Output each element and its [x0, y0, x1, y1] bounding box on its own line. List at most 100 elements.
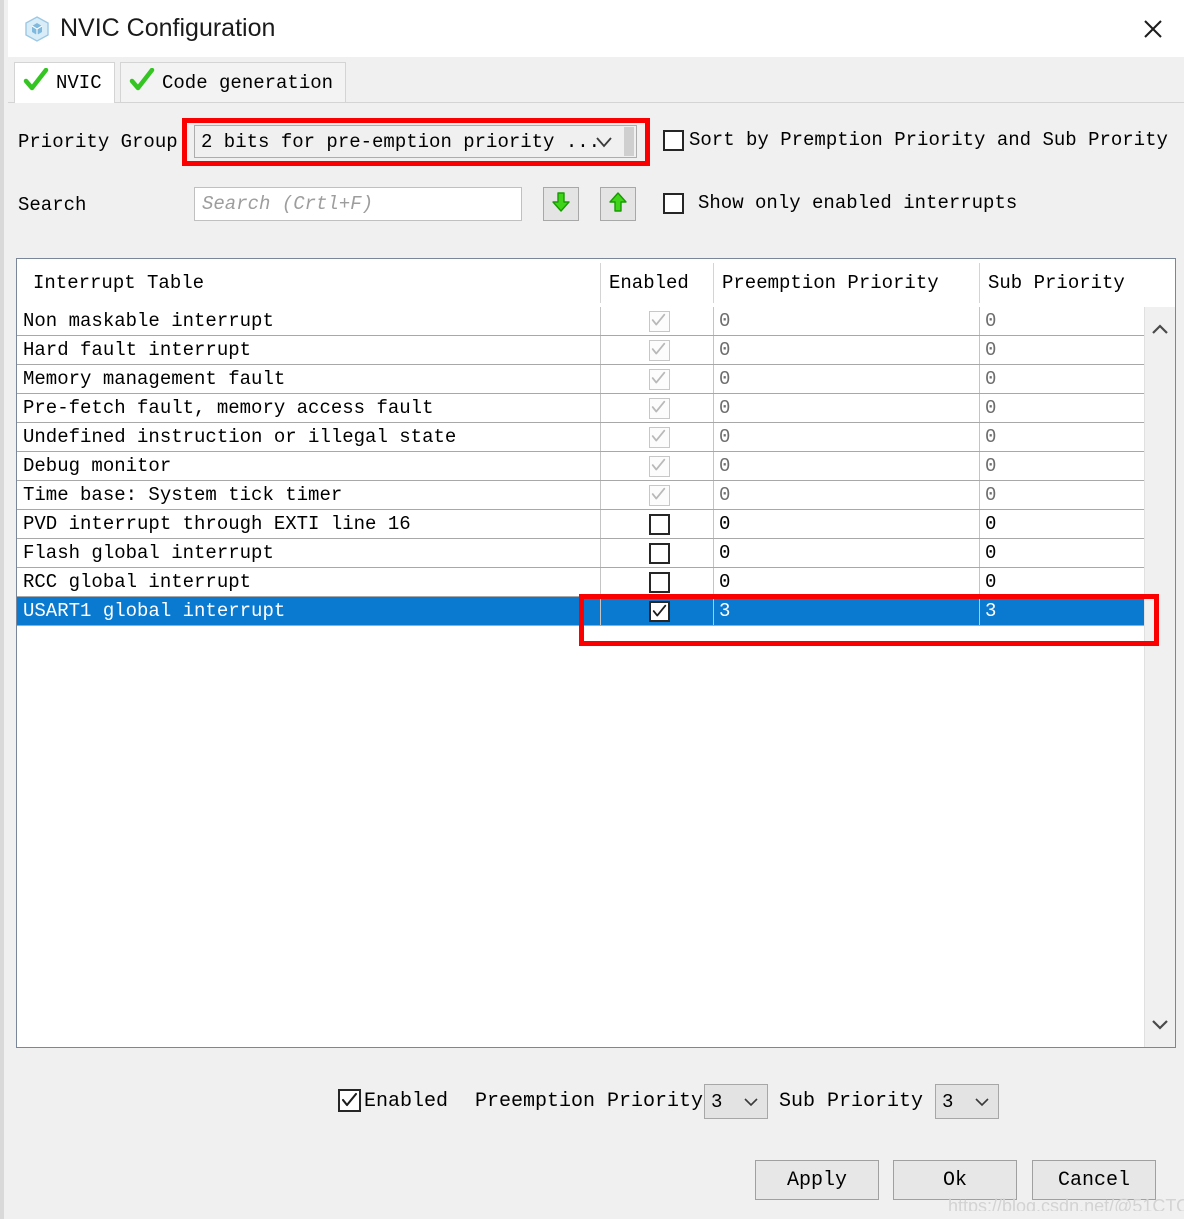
- table-row[interactable]: Flash global interrupt 0 0: [17, 539, 1145, 568]
- column-header-preemption-priority[interactable]: Preemption Priority: [722, 259, 939, 306]
- row-enabled-checkbox[interactable]: [649, 572, 670, 593]
- cell-divider: [713, 481, 714, 509]
- priority-group-value: 2 bits for pre-emption priority ...: [201, 130, 601, 153]
- column-header-sub-priority[interactable]: Sub Priority: [988, 259, 1125, 306]
- row-interrupt-name: Memory management fault: [23, 368, 286, 390]
- cell-divider: [979, 568, 980, 596]
- preemption-priority-label: Preemption Priority: [475, 1090, 704, 1113]
- cell-divider: [600, 307, 601, 335]
- interrupt-table-body[interactable]: Non maskable interrupt 0 0 Hard fault inter…: [17, 307, 1145, 1048]
- tab-strip: NVIC Code generation: [8, 57, 1184, 103]
- cell-divider: [713, 423, 714, 451]
- row-enabled-checkbox: [649, 485, 670, 506]
- ok-button[interactable]: Ok: [893, 1160, 1017, 1200]
- chevron-down-icon[interactable]: [1145, 1009, 1175, 1039]
- column-header-interrupt-table[interactable]: Interrupt Table: [33, 259, 204, 306]
- cell-divider: [979, 336, 980, 364]
- cell-divider: [713, 307, 714, 335]
- row-enabled-checkbox[interactable]: [649, 601, 670, 622]
- table-row[interactable]: Memory management fault 0 0: [17, 365, 1145, 394]
- cell-divider: [979, 423, 980, 451]
- row-enabled-checkbox: [649, 369, 670, 390]
- row-sub-priority: 0: [985, 571, 997, 593]
- nvic-configuration-window: NVIC Configuration NVIC Code generation …: [0, 0, 1184, 1219]
- arrow-down-icon: [550, 191, 572, 218]
- chevron-down-icon: [594, 135, 614, 154]
- header-divider: [600, 263, 601, 303]
- cell-divider: [600, 394, 601, 422]
- search-input[interactable]: [194, 187, 522, 221]
- cancel-button[interactable]: Cancel: [1032, 1160, 1156, 1200]
- row-preemption-priority: 0: [719, 571, 731, 593]
- chevron-down-icon: [743, 1095, 759, 1113]
- cell-divider: [713, 394, 714, 422]
- cell-divider: [979, 539, 980, 567]
- close-icon[interactable]: [1126, 4, 1180, 54]
- tab-code-generation-label: Code generation: [162, 71, 334, 94]
- cell-divider: [979, 365, 980, 393]
- table-row[interactable]: PVD interrupt through EXTI line 16 0 0: [17, 510, 1145, 539]
- table-vertical-scrollbar[interactable]: [1144, 307, 1175, 1047]
- enabled-checkbox[interactable]: [338, 1089, 361, 1112]
- cell-divider: [600, 452, 601, 480]
- table-row[interactable]: Non maskable interrupt 0 0: [17, 307, 1145, 336]
- search-next-button[interactable]: [543, 187, 579, 221]
- window-bottom-edge: [4, 1211, 1184, 1219]
- row-enabled-checkbox: [649, 456, 670, 477]
- row-preemption-priority: 0: [719, 542, 731, 564]
- row-preemption-priority: 0: [719, 339, 731, 361]
- row-preemption-priority: 0: [719, 513, 731, 535]
- row-sub-priority: 0: [985, 368, 997, 390]
- row-enabled-checkbox: [649, 427, 670, 448]
- interrupt-table-panel: Interrupt Table Enabled Preemption Prior…: [16, 258, 1176, 1048]
- row-preemption-priority: 0: [719, 310, 731, 332]
- title-bar: NVIC Configuration: [8, 0, 1184, 58]
- row-enabled-checkbox[interactable]: [649, 543, 670, 564]
- apply-button[interactable]: Apply: [755, 1160, 879, 1200]
- sort-by-priority-checkbox-row[interactable]: Sort by Premption Priority and Sub Prori…: [663, 129, 1168, 151]
- row-enabled-checkbox[interactable]: [649, 514, 670, 535]
- cell-divider: [600, 481, 601, 509]
- row-preemption-priority: 0: [719, 426, 731, 448]
- priority-group-select[interactable]: 2 bits for pre-emption priority ...: [194, 125, 637, 158]
- table-row[interactable]: Pre-fetch fault, memory access fault 0 0: [17, 394, 1145, 423]
- table-row[interactable]: Undefined instruction or illegal state 0 0: [17, 423, 1145, 452]
- cell-divider: [713, 597, 714, 625]
- cell-divider: [713, 510, 714, 538]
- cell-divider: [979, 481, 980, 509]
- show-only-enabled-checkbox-row[interactable]: Show only enabled interrupts: [663, 192, 1017, 214]
- cell-divider: [600, 510, 601, 538]
- table-row[interactable]: Debug monitor 0 0: [17, 452, 1145, 481]
- sub-priority-label: Sub Priority: [779, 1090, 924, 1113]
- row-interrupt-name: Hard fault interrupt: [23, 339, 252, 361]
- table-row[interactable]: RCC global interrupt 0 0: [17, 568, 1145, 597]
- table-row[interactable]: Time base: System tick timer 0 0: [17, 481, 1145, 510]
- cell-divider: [600, 423, 601, 451]
- cell-divider: [600, 365, 601, 393]
- row-interrupt-name: RCC global interrupt: [23, 571, 252, 593]
- row-preemption-priority: 0: [719, 484, 731, 506]
- tab-nvic[interactable]: NVIC: [14, 62, 115, 103]
- table-row[interactable]: Hard fault interrupt 0 0: [17, 336, 1145, 365]
- header-divider: [713, 263, 714, 303]
- row-sub-priority: 0: [985, 426, 997, 448]
- row-sub-priority: 3: [985, 600, 997, 622]
- sort-by-priority-checkbox[interactable]: [663, 129, 684, 151]
- column-header-enabled[interactable]: Enabled: [609, 259, 689, 306]
- show-only-enabled-checkbox[interactable]: [663, 192, 684, 214]
- row-preemption-priority: 0: [719, 455, 731, 477]
- green-check-icon: [23, 67, 49, 98]
- table-header: Interrupt Table Enabled Preemption Prior…: [17, 259, 1145, 308]
- search-previous-button[interactable]: [600, 187, 636, 221]
- chevron-up-icon[interactable]: [1145, 315, 1175, 345]
- row-interrupt-name: Time base: System tick timer: [23, 484, 343, 506]
- cell-divider: [713, 365, 714, 393]
- cube-shield-icon: [22, 14, 52, 44]
- cell-divider: [713, 568, 714, 596]
- table-row[interactable]: USART1 global interrupt 3 3: [17, 597, 1145, 626]
- preemption-priority-select[interactable]: 3: [704, 1084, 768, 1119]
- chevron-down-icon: [974, 1095, 990, 1113]
- sub-priority-select[interactable]: 3: [935, 1084, 999, 1119]
- cell-divider: [979, 394, 980, 422]
- tab-code-generation[interactable]: Code generation: [120, 62, 347, 103]
